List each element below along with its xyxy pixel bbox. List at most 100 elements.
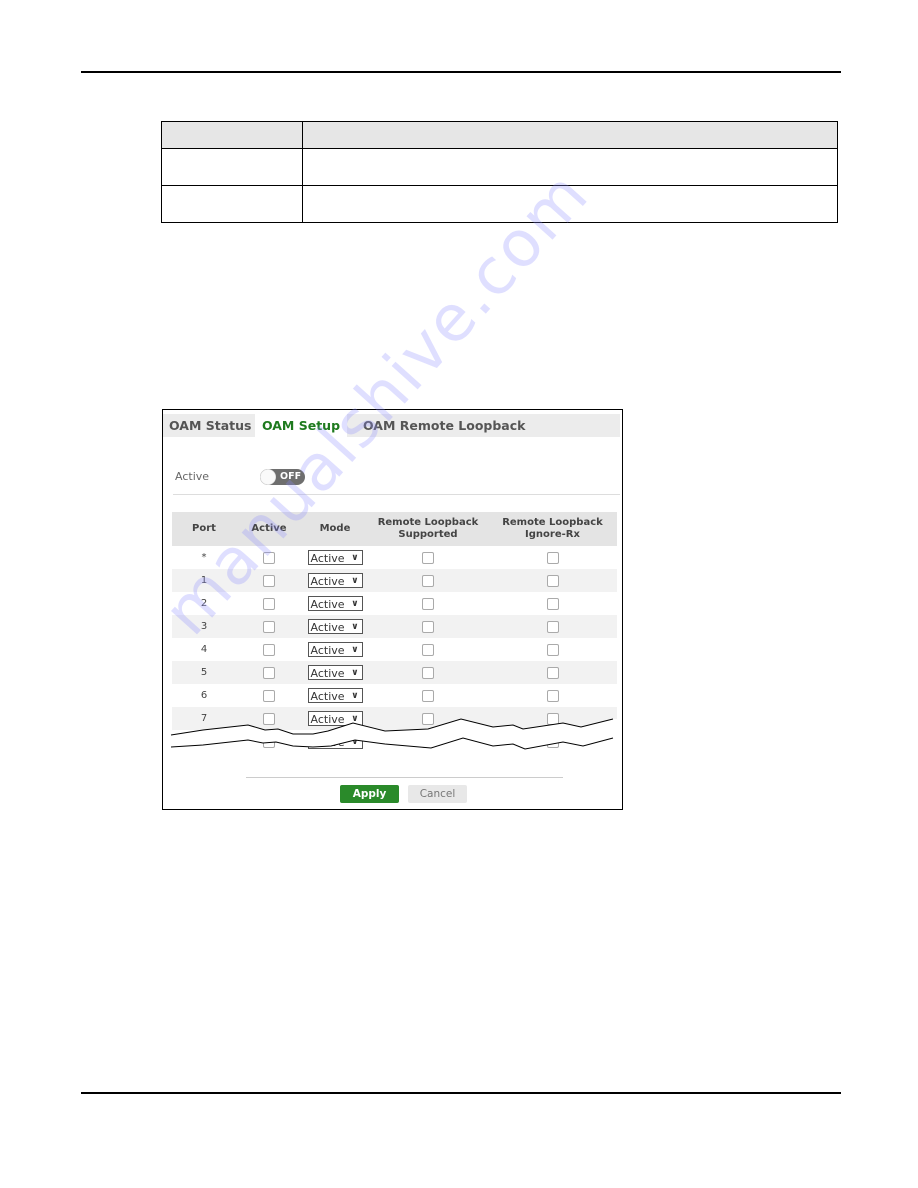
- chevron-down-icon: ∨: [351, 622, 359, 632]
- chevron-down-icon: ∨: [351, 576, 359, 586]
- mode-select[interactable]: Active ∨: [307, 642, 363, 657]
- mode-value: Active: [310, 736, 345, 749]
- port-cell: *: [201, 552, 207, 563]
- table-row: 3 Active ∨: [172, 615, 617, 638]
- page-header-rule: [81, 71, 841, 73]
- table-row: 5 Active ∨: [172, 661, 617, 684]
- tab-bar: OAM Status OAM Setup OAM Remote Loopback: [163, 414, 620, 437]
- port-cell: 3: [172, 615, 236, 638]
- tab-oam-setup[interactable]: OAM Setup: [255, 414, 347, 437]
- table-row: * Active ∨: [172, 546, 617, 569]
- mode-select[interactable]: Active ∨: [307, 688, 363, 703]
- remote-loopback-ignore-rx-checkbox[interactable]: [546, 643, 559, 656]
- remote-loopback-supported-checkbox[interactable]: [422, 666, 434, 679]
- apply-button[interactable]: Apply: [340, 785, 399, 803]
- active-checkbox[interactable]: [263, 574, 275, 587]
- remote-loopback-ignore-rx-checkbox[interactable]: [546, 597, 559, 610]
- mode-value: Active: [310, 598, 345, 611]
- table-row: 6 Active ∨: [172, 684, 617, 707]
- header-remote-loopback-supported: Remote Loopback Supported: [368, 512, 488, 546]
- table-cell: [302, 185, 838, 223]
- page-footer-rule: [81, 1092, 841, 1094]
- table-cell: [161, 185, 303, 223]
- header-mode: Mode: [302, 512, 368, 546]
- global-active-toggle[interactable]: OFF: [260, 469, 305, 485]
- cancel-button[interactable]: Cancel: [408, 785, 467, 803]
- mode-select[interactable]: Active ∨: [307, 619, 363, 634]
- remote-loopback-supported-checkbox[interactable]: [422, 689, 434, 702]
- table-row: 4 Active ∨: [172, 638, 617, 661]
- chevron-down-icon: ∨: [351, 714, 359, 724]
- header-line: Ignore-Rx: [525, 529, 580, 540]
- table-row: 1 Active ∨: [172, 569, 617, 592]
- table-row: [161, 148, 838, 186]
- mode-select[interactable]: Active ∨: [307, 573, 363, 588]
- table-row: 2 Active ∨: [172, 592, 617, 615]
- remote-loopback-ignore-rx-checkbox[interactable]: [546, 735, 559, 748]
- table-row: Active ∨: [172, 730, 617, 753]
- port-cell: 6: [200, 690, 208, 701]
- remote-loopback-supported-checkbox[interactable]: [422, 597, 434, 610]
- port-cell: 1: [172, 569, 236, 592]
- mode-value: Active: [310, 552, 345, 565]
- chevron-down-icon: ∨: [351, 668, 359, 678]
- table-cell: [302, 148, 838, 186]
- mode-select[interactable]: Active ∨: [307, 596, 363, 611]
- remote-loopback-ignore-rx-checkbox[interactable]: [546, 551, 559, 564]
- table-cell: [161, 148, 303, 186]
- mode-select[interactable]: Active ∨: [307, 734, 363, 749]
- mode-select[interactable]: Active ∨: [307, 550, 363, 565]
- chevron-down-icon: ∨: [351, 599, 359, 609]
- remote-loopback-supported-checkbox[interactable]: [422, 735, 434, 748]
- active-checkbox[interactable]: [263, 689, 275, 702]
- description-table: [161, 121, 838, 223]
- port-oam-table: Port Active Mode Remote Loopback Support…: [172, 512, 617, 753]
- remote-loopback-supported-checkbox[interactable]: [422, 620, 434, 633]
- section-divider: [173, 494, 620, 495]
- remote-loopback-supported-checkbox[interactable]: [422, 712, 434, 725]
- toggle-knob: [260, 469, 276, 485]
- header-remote-loopback-ignore-rx: Remote Loopback Ignore-Rx: [488, 512, 617, 546]
- remote-loopback-supported-checkbox[interactable]: [422, 643, 434, 656]
- table-row: [161, 185, 838, 223]
- port-table-header: Port Active Mode Remote Loopback Support…: [172, 512, 617, 546]
- remote-loopback-ignore-rx-checkbox[interactable]: [546, 620, 559, 633]
- header-active: Active: [236, 512, 302, 546]
- active-checkbox[interactable]: [263, 735, 275, 748]
- remote-loopback-ignore-rx-checkbox[interactable]: [546, 666, 559, 679]
- oam-setup-screenshot: OAM Status OAM Setup OAM Remote Loopback…: [162, 409, 623, 810]
- active-checkbox[interactable]: [263, 551, 275, 564]
- active-checkbox[interactable]: [263, 597, 275, 610]
- mode-value: Active: [310, 690, 345, 703]
- chevron-down-icon: ∨: [351, 737, 359, 747]
- header-line: Remote Loopback: [377, 517, 479, 528]
- header-line: Remote Loopback: [502, 517, 603, 528]
- header-port: Port: [172, 512, 236, 546]
- active-checkbox[interactable]: [263, 620, 275, 633]
- remote-loopback-supported-checkbox[interactable]: [422, 551, 434, 564]
- port-cell: 5: [172, 661, 236, 684]
- active-checkbox[interactable]: [263, 712, 275, 725]
- mode-value: Active: [310, 575, 345, 588]
- table-row: 7 Active ∨: [172, 707, 617, 730]
- remote-loopback-ignore-rx-checkbox[interactable]: [546, 689, 559, 702]
- button-divider: [246, 777, 563, 778]
- tab-oam-status[interactable]: OAM Status: [163, 414, 257, 437]
- remote-loopback-ignore-rx-checkbox[interactable]: [546, 712, 559, 725]
- port-cell: 2: [200, 598, 208, 609]
- active-checkbox[interactable]: [263, 666, 275, 679]
- description-table-header: [161, 121, 838, 149]
- table-header-cell: [161, 121, 303, 149]
- remote-loopback-supported-checkbox[interactable]: [422, 574, 434, 587]
- mode-value: Active: [310, 621, 345, 634]
- tab-oam-remote-loopback[interactable]: OAM Remote Loopback: [357, 414, 531, 437]
- port-cell: 7: [172, 707, 236, 730]
- port-cell: [172, 730, 236, 753]
- remote-loopback-ignore-rx-checkbox[interactable]: [546, 574, 559, 587]
- active-checkbox[interactable]: [263, 643, 275, 656]
- mode-select[interactable]: Active ∨: [307, 711, 363, 726]
- mode-value: Active: [310, 667, 345, 680]
- mode-value: Active: [310, 644, 345, 657]
- mode-select[interactable]: Active ∨: [307, 665, 363, 680]
- global-active-label: Active: [175, 470, 210, 483]
